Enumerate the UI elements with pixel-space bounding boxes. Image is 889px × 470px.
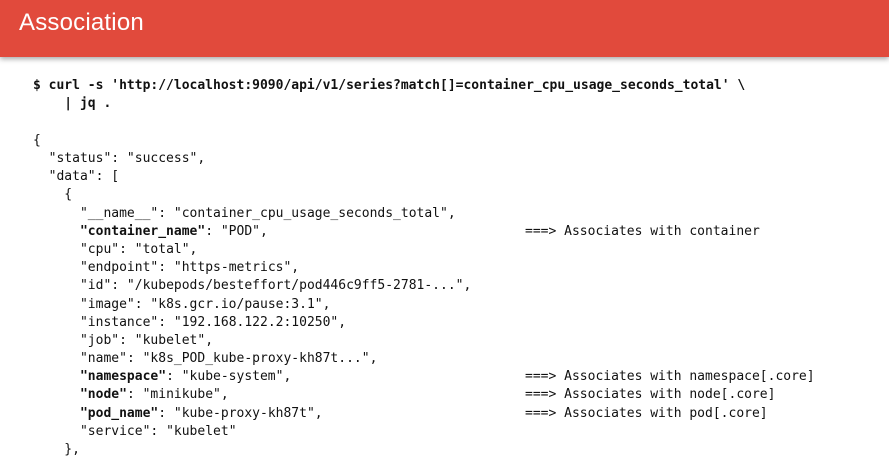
json-item-close: }, (33, 442, 80, 457)
json-field-value: : "192.168.122.2:10250", (158, 315, 347, 330)
json-field-value: : "kubelet" (150, 424, 237, 439)
json-field-value: : "https-metrics", (158, 260, 300, 275)
json-field-row: "service": "kubelet" (33, 423, 237, 441)
slide-title-bar: Association (0, 0, 889, 57)
json-field-key: "instance" (79, 315, 159, 330)
json-field-key: "cpu" (79, 242, 120, 257)
json-open-brace: { (33, 133, 41, 148)
json-field-row: "pod_name": "kube-proxy-kh87t", (33, 405, 323, 423)
json-data-line: "data": [ (33, 169, 120, 184)
code-block: $ curl -s 'http://localhost:9090/api/v1/… (33, 77, 889, 470)
json-field-key: "node" (79, 387, 127, 402)
slide-title: Association (19, 9, 144, 36)
json-field-key: "service" (79, 424, 151, 439)
json-field-value: : "kubelet", (119, 333, 214, 348)
association-annotation: ===> Associates with node[.core] (525, 387, 776, 402)
curl-command-line: $ curl -s 'http://localhost:9090/api/v1/… (33, 78, 746, 93)
json-field-value: : "container_cpu_usage_seconds_total", (158, 206, 456, 221)
json-field-key: "container_name" (79, 224, 206, 239)
json-field-row: "node": "minikube", (33, 386, 229, 404)
json-field-key: "name" (79, 351, 127, 366)
json-field-row: "name": "k8s_POD_kube-proxy-kh87t...", (33, 350, 377, 368)
json-field-key: "__name__" (79, 206, 159, 221)
json-field-row: "image": "k8s.gcr.io/pause:3.1", (33, 296, 330, 314)
json-field-value: : "k8s.gcr.io/pause:3.1", (134, 297, 331, 312)
json-field-key: "namespace" (79, 369, 167, 384)
json-field-value: : "kube-system", (166, 369, 292, 384)
json-status-line: "status": "success", (33, 151, 206, 166)
json-field-value: : "total", (119, 242, 198, 257)
json-item-open: { (33, 187, 73, 202)
json-field-row: "instance": "192.168.122.2:10250", (33, 314, 346, 332)
association-annotation: ===> Associates with container (525, 224, 760, 239)
json-field-key: "pod_name" (79, 406, 159, 421)
json-field-value: : "kube-proxy-kh87t", (158, 406, 323, 421)
json-field-row: "cpu": "total", (33, 241, 197, 259)
json-field-value: : "POD", (205, 224, 268, 239)
json-field-key: "endpoint" (79, 260, 159, 275)
json-field-value: : "minikube", (126, 387, 229, 402)
json-field-row: "__name__": "container_cpu_usage_seconds… (33, 205, 456, 223)
association-annotation: ===> Associates with namespace[.core] (525, 369, 815, 384)
json-field-key: "image" (79, 297, 135, 312)
jq-pipe-line: | jq . (33, 96, 112, 111)
json-field-row: "container_name": "POD", (33, 223, 268, 241)
json-field-key: "id" (79, 278, 112, 293)
json-field-key: "job" (79, 333, 120, 348)
json-field-value: : "k8s_POD_kube-proxy-kh87t...", (126, 351, 378, 366)
json-field-row: "job": "kubelet", (33, 332, 213, 350)
json-field-row: "namespace": "kube-system", (33, 368, 291, 386)
json-field-row: "endpoint": "https-metrics", (33, 259, 299, 277)
json-field-value: : "/kubepods/besteffort/pod446c9ff5-2781… (111, 278, 472, 293)
json-field-row: "id": "/kubepods/besteffort/pod446c9ff5-… (33, 277, 471, 295)
association-annotation: ===> Associates with pod[.core] (525, 406, 768, 421)
